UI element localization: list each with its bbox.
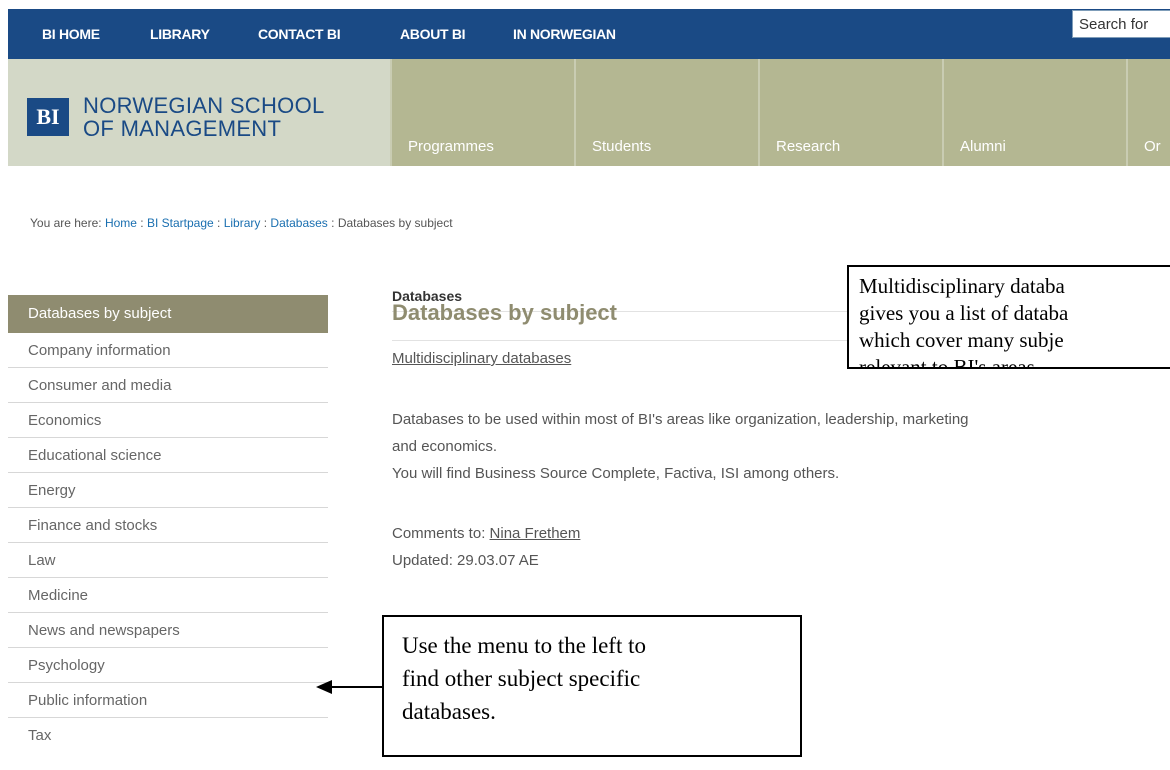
breadcrumb-current: Databases by subject xyxy=(337,216,453,230)
breadcrumb-separator: : xyxy=(136,216,147,230)
mainnav-students[interactable]: Students xyxy=(574,59,758,166)
logo-text: NORWEGIAN SCHOOL OF MANAGEMENT xyxy=(83,94,373,140)
sidebar-item-company-information[interactable]: Company information xyxy=(8,333,328,368)
mainnav-label: Or xyxy=(1144,138,1161,155)
mainnav-label: Students xyxy=(592,138,652,155)
topnav-contact-bi[interactable]: CONTACT BI xyxy=(258,9,341,59)
logo-line-1: NORWEGIAN SCHOOL xyxy=(83,93,325,118)
sidebar-item-consumer-and-media[interactable]: Consumer and media xyxy=(8,368,328,403)
sidebar-item-psychology[interactable]: Psychology xyxy=(8,648,328,683)
search-input[interactable] xyxy=(1072,10,1170,38)
sidebar-item-educational-science[interactable]: Educational science xyxy=(8,438,328,473)
callout-line: find other subject specific xyxy=(402,666,641,691)
sidebar-menu: Databases by subject Company information… xyxy=(8,295,328,753)
annotation-callout-multidisciplinary: Multidisciplinary databa gives you a lis… xyxy=(847,265,1170,369)
sidebar-item-news-and-newspapers[interactable]: News and newspapers xyxy=(8,613,328,648)
breadcrumb-home[interactable]: Home xyxy=(105,216,137,230)
annotation-callout-menu: Use the menu to the left to find other s… xyxy=(382,615,802,757)
callout-line: Multidisciplinary databa xyxy=(859,274,1065,298)
sidebar-item-public-information[interactable]: Public information xyxy=(8,683,328,718)
breadcrumb-databases[interactable]: Databases xyxy=(270,216,327,230)
page-title: Databases by subject xyxy=(392,300,617,325)
page-footer-info: Comments to: Nina Frethem Updated: 29.03… xyxy=(392,520,580,574)
breadcrumb-separator: : xyxy=(260,216,271,230)
mainnav-research[interactable]: Research xyxy=(758,59,942,166)
topnav-bi-home[interactable]: BI HOME xyxy=(42,9,100,59)
breadcrumb: You are here: Home : BI Startpage : Libr… xyxy=(30,216,453,230)
callout-line: relevant to BI's areas. xyxy=(859,355,1041,369)
mainnav-label: Research xyxy=(776,138,841,155)
multidisciplinary-databases-link[interactable]: Multidisciplinary databases xyxy=(392,350,571,367)
bi-logo-mark: BI xyxy=(27,98,69,136)
contact-person-link[interactable]: Nina Frethem xyxy=(490,525,581,542)
callout-line: Use the menu to the left to xyxy=(402,633,646,658)
breadcrumb-separator: : xyxy=(327,216,338,230)
sidebar-item-economics[interactable]: Economics xyxy=(8,403,328,438)
mainnav-label: Programmes xyxy=(408,138,494,155)
description-line: and economics. xyxy=(392,438,498,455)
top-nav-bar: BI HOME LIBRARY CONTACT BI ABOUT BI IN N… xyxy=(8,9,1170,59)
breadcrumb-prefix: You are here: xyxy=(30,216,105,230)
callout-line: databases. xyxy=(402,699,496,724)
comments-label: Comments to: xyxy=(392,525,490,542)
comments-line: Comments to: Nina Frethem xyxy=(392,520,580,547)
logo-line-2: OF MANAGEMENT xyxy=(83,116,282,141)
description-line: Databases to be used within most of BI's… xyxy=(392,411,969,428)
topnav-in-norwegian[interactable]: IN NORWEGIAN xyxy=(513,9,616,59)
description: Databases to be used within most of BI's… xyxy=(392,406,1170,487)
topnav-about-bi[interactable]: ABOUT BI xyxy=(400,9,466,59)
mainnav-label: Alumni xyxy=(960,138,1006,155)
breadcrumb-separator: : xyxy=(213,216,224,230)
mainnav-programmes[interactable]: Programmes xyxy=(390,59,574,166)
arrow-left-icon xyxy=(316,680,384,694)
callout-line: which cover many subje xyxy=(859,328,1064,352)
sidebar-item-energy[interactable]: Energy xyxy=(8,473,328,508)
breadcrumb-bi-startpage[interactable]: BI Startpage xyxy=(147,216,214,230)
sidebar-item-medicine[interactable]: Medicine xyxy=(8,578,328,613)
sidebar-item-law[interactable]: Law xyxy=(8,543,328,578)
topnav-library[interactable]: LIBRARY xyxy=(150,9,210,59)
sidebar-item-tax[interactable]: Tax xyxy=(8,718,328,753)
description-line: You will find Business Source Complete, … xyxy=(392,465,840,482)
mainnav-alumni[interactable]: Alumni xyxy=(942,59,1126,166)
sidebar-header[interactable]: Databases by subject xyxy=(8,295,328,333)
updated-date: Updated: 29.03.07 AE xyxy=(392,552,539,569)
sidebar-item-finance-and-stocks[interactable]: Finance and stocks xyxy=(8,508,328,543)
callout-line: gives you a list of databa xyxy=(859,301,1069,325)
breadcrumb-library[interactable]: Library xyxy=(224,216,261,230)
mainnav-or[interactable]: Or xyxy=(1126,59,1170,166)
